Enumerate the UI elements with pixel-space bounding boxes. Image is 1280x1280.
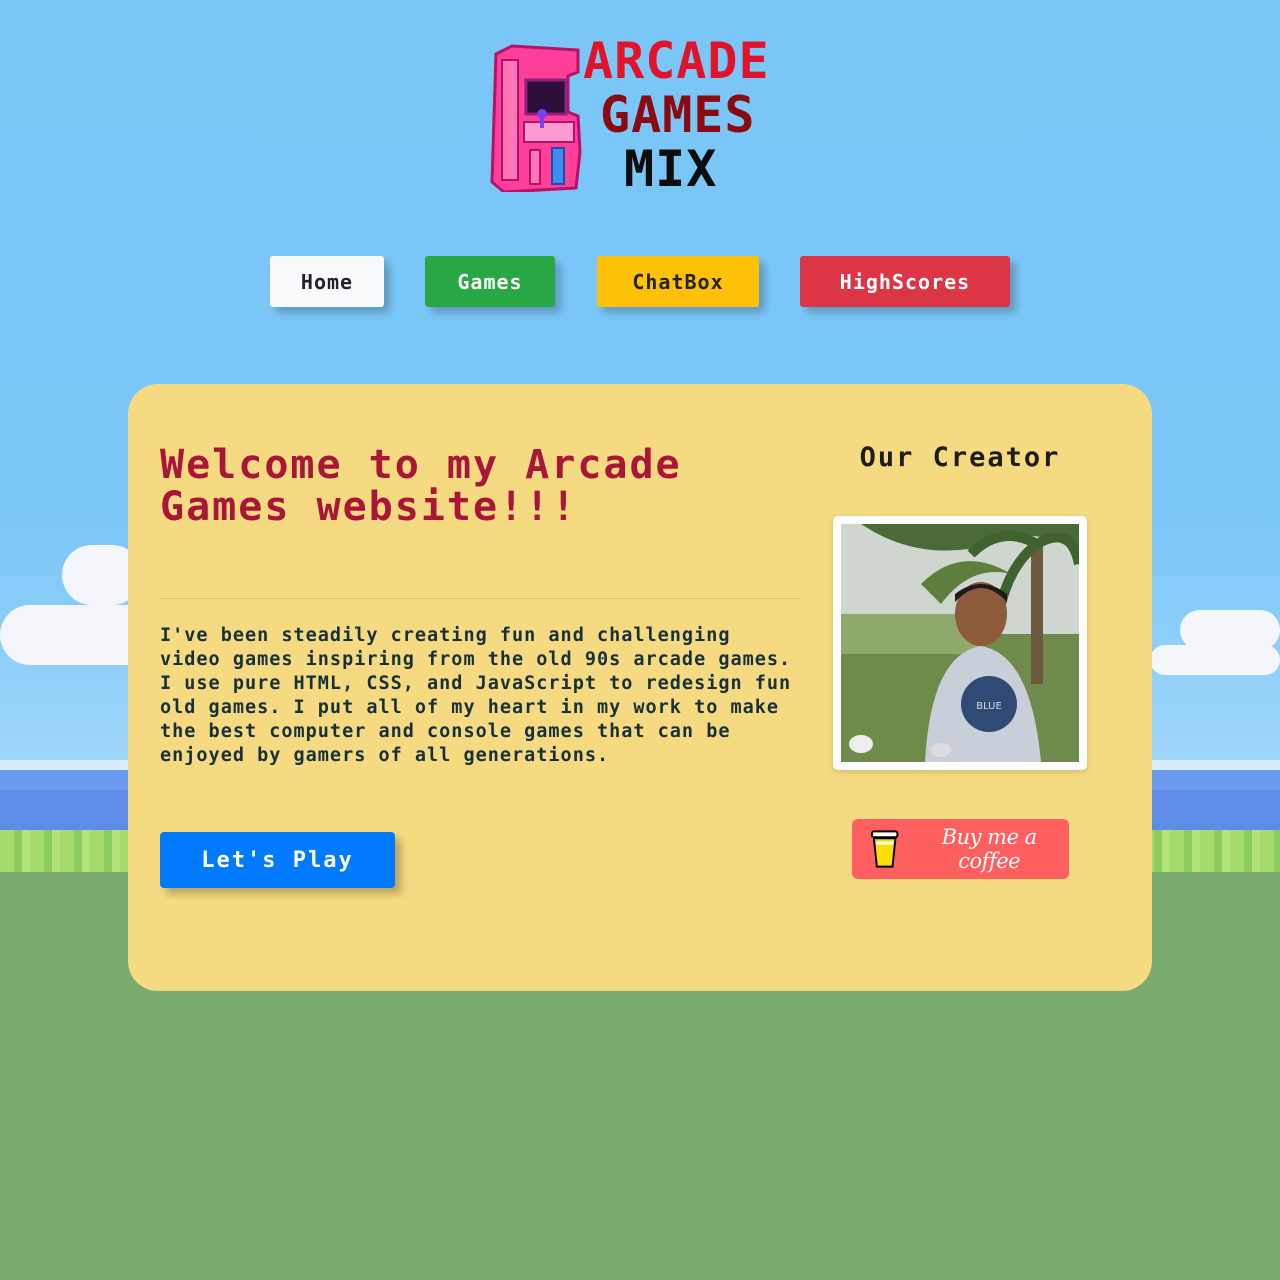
logo-line-mix: MIX — [624, 140, 718, 198]
logo-line-games: GAMES — [600, 86, 756, 144]
cloud — [1180, 610, 1280, 650]
nav-highscores-button[interactable]: HighScores — [800, 256, 1010, 307]
divider — [160, 598, 800, 599]
page-title: Welcome to my Arcade Games website!!! — [160, 442, 682, 530]
svg-text:BLUE: BLUE — [976, 701, 1002, 712]
nav-games-button[interactable]: Games — [425, 256, 555, 307]
buy-me-a-coffee-button[interactable]: Buy me a coffee — [852, 819, 1069, 879]
nav-home-button[interactable]: Home — [270, 256, 384, 307]
creator-photo: BLUE — [841, 524, 1079, 762]
cloud — [1150, 645, 1280, 675]
logo-line-arcade: ARCADE — [583, 32, 770, 90]
creator-photo-frame: BLUE — [833, 516, 1087, 770]
nav-chatbox-button[interactable]: ChatBox — [597, 256, 759, 307]
arcade-cabinet-icon — [490, 44, 582, 192]
coffee-label: Buy me a coffee — [941, 825, 1038, 873]
creator-heading: Our Creator — [859, 442, 1061, 473]
site-logo[interactable]: ARCADE GAMES MIX — [490, 36, 790, 196]
coffee-cup-icon — [870, 830, 899, 868]
intro-paragraph: I've been steadily creating fun and chal… — [160, 625, 792, 766]
lets-play-button[interactable]: Let's Play — [160, 832, 395, 888]
welcome-card: Welcome to my Arcade Games website!!! I'… — [128, 384, 1152, 991]
